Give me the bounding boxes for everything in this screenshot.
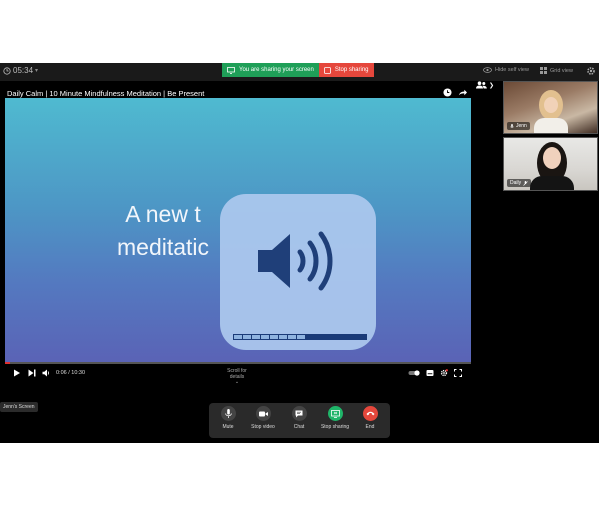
end-call-button[interactable]: End [355,406,385,430]
participants-button[interactable]: ❯ [476,81,494,89]
share-arrow-icon[interactable] [458,88,467,97]
participant-face [544,97,558,113]
shared-video-player[interactable]: Daily Calm | 10 Minute Mindfulness Medit… [0,81,476,441]
volume-segment [297,335,305,339]
chevron-down-icon: ⌄ [234,379,240,385]
mic-icon [510,123,514,128]
stop-share-icon [323,66,331,74]
monitor-icon [227,66,235,74]
speaker-volume-icon [258,231,333,291]
volume-segment [243,335,251,339]
chevron-down-icon[interactable]: ▾ [35,67,38,74]
participant-face [543,147,561,169]
video-time: 0:06 / 10:30 [56,370,86,376]
call-timer-text: 05:34 [13,66,34,75]
participant-name: Daily [510,180,522,186]
grid-icon [540,67,547,74]
camera-icon [255,406,271,421]
participant-tile-daily[interactable]: Daily [503,137,598,191]
volume-segment [252,335,260,339]
skip-next-icon[interactable] [28,369,36,377]
people-icon [476,81,487,89]
chat-button[interactable]: Chat [284,406,314,430]
hide-self-view-button[interactable]: Hide self view [483,67,529,73]
call-timer: 05:34 ▾ [3,66,38,75]
hide-self-view-label: Hide self view [495,67,529,73]
sharing-banner: You are sharing your screen Stop sharing [222,63,374,77]
video-progress-fill [5,362,10,364]
stop-sharing-banner-button[interactable]: Stop sharing [318,63,374,77]
volume-segment [279,335,287,339]
volume-segment [288,335,296,339]
video-progress-bar[interactable] [5,362,471,364]
settings-gear-icon[interactable] [440,369,448,377]
grid-view-button[interactable]: Grid view [540,67,573,74]
fullscreen-icon[interactable] [454,369,462,377]
participant-name: Jenn [516,123,527,129]
grid-view-label: Grid view [550,67,573,74]
volume-segment [261,335,269,339]
screen-owner-label: Jenn's Screen [0,402,38,412]
call-window: 05:34 ▾ You are sharing your screen Stop… [0,63,599,443]
volume-level-bar [233,334,367,340]
gear-icon[interactable] [586,66,596,76]
watch-later-icon[interactable] [443,88,452,97]
mute-label: Mute [222,424,234,430]
sharing-notice: You are sharing your screen [222,63,319,77]
screen-share-icon [327,406,343,421]
captions-icon[interactable] [426,369,434,377]
stop-sharing-button[interactable]: Stop sharing [320,406,350,430]
stop-sharing-banner-label: Stop sharing [334,67,369,73]
autoplay-toggle-icon[interactable] [408,369,420,377]
top-bar: 05:34 ▾ You are sharing your screen Stop… [0,63,599,81]
stop-video-button[interactable]: Stop video [248,406,278,430]
chevron-right-icon: ❯ [489,82,495,89]
volume-segment [234,335,242,339]
chat-label: Chat [293,424,305,430]
video-title: Daily Calm | 10 Minute Mindfulness Medit… [7,89,205,98]
slide-line-2: meditatic [117,234,210,260]
participant-tile-jenn[interactable]: Jenn [503,81,598,134]
call-controls-tray: Mute Stop video Chat Stop sharing End [209,403,390,438]
participant-body [530,176,574,190]
slide-line-1: A new t [125,201,201,227]
video-header-icons [443,88,467,97]
video-slide-text: A new t meditatic [117,198,209,264]
mic-icon [220,406,236,421]
sharing-notice-text: You are sharing your screen [239,67,314,73]
participant-body [534,118,568,133]
participant-name-pill: Jenn [507,122,530,130]
participant-name-pill: Daily [507,179,532,187]
mute-button[interactable]: Mute [213,406,243,430]
clock-icon [3,66,11,75]
volume-overlay [220,194,376,350]
stop-sharing-label: Stop sharing [320,424,350,430]
video-controls: 0:06 / 10:30 Scroll for details ⌄ [0,367,476,385]
volume-segment [270,335,278,339]
volume-icon[interactable] [42,369,50,377]
eye-icon [483,67,492,73]
chat-bubble-icon [291,406,307,421]
play-icon[interactable] [13,369,21,377]
stop-video-label: Stop video [251,424,275,430]
end-label: End [365,424,375,430]
mic-off-icon [523,180,528,186]
phone-hangup-icon [362,406,378,421]
scroll-for-details[interactable]: Scroll for details ⌄ [220,368,254,385]
